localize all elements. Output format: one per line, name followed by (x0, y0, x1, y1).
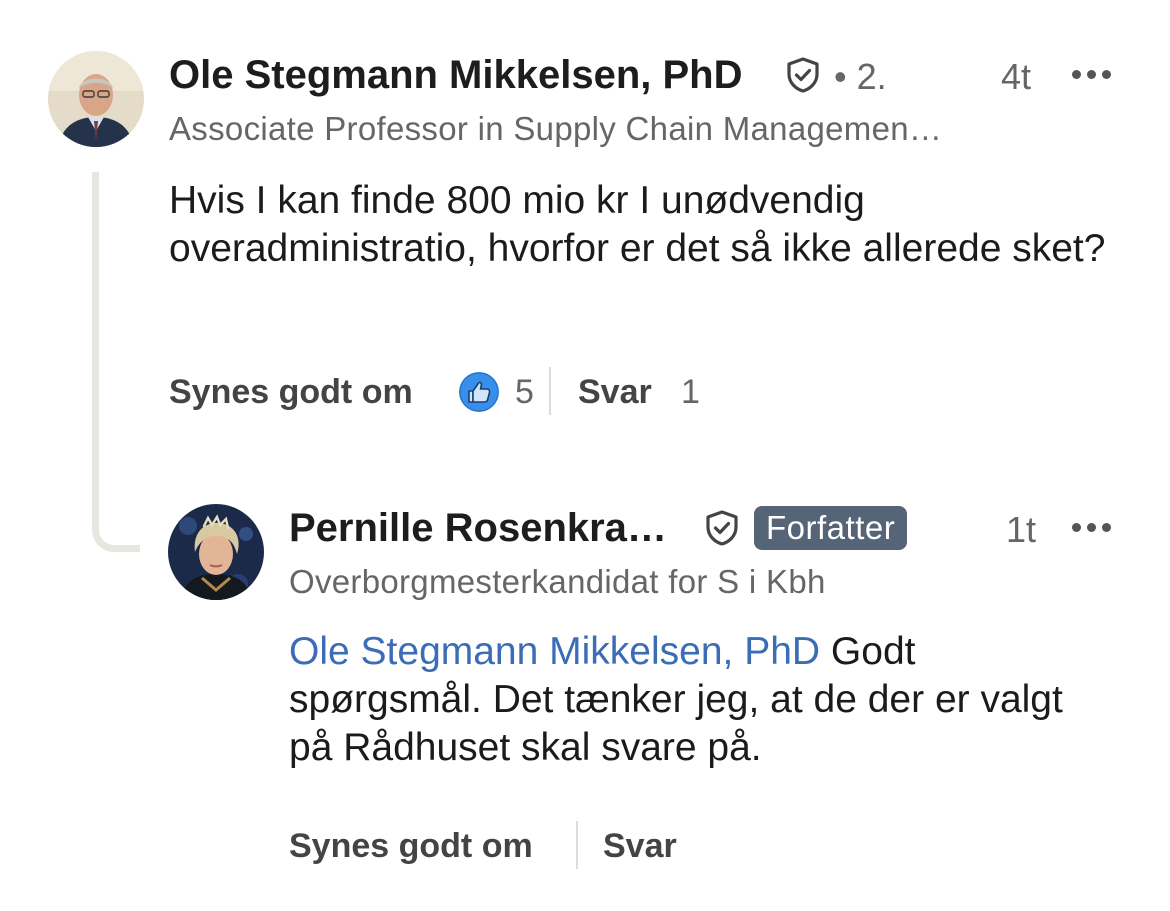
author-badge: Forfatter (754, 506, 908, 550)
reply-button[interactable]: Svar (603, 827, 677, 866)
more-options-icon[interactable] (1070, 67, 1114, 81)
like-button[interactable]: Synes godt om (169, 373, 413, 412)
more-options-icon[interactable] (1070, 520, 1114, 534)
action-divider (576, 821, 578, 869)
author-headline: Associate Professor in Supply Chain Mana… (169, 110, 943, 147)
connection-degree: • 2. (834, 56, 887, 97)
author-headline: Overborgmesterkandidat for S i Kbh (289, 563, 826, 600)
action-divider (549, 367, 551, 415)
verified-shield-icon (706, 510, 738, 546)
mention-link[interactable]: Ole Stegmann Mikkelsen, PhD (289, 630, 820, 673)
avatar[interactable] (168, 504, 264, 600)
verified-shield-icon (787, 57, 819, 93)
reply-author-name[interactable]: Pernille Rosenkra… (289, 506, 667, 551)
reply-timestamp: 1t (1006, 509, 1037, 550)
thread-connector-line (92, 172, 140, 552)
like-button[interactable]: Synes godt om (289, 827, 533, 866)
comment-author-name[interactable]: Ole Stegmann Mikkelsen, PhD (169, 53, 743, 98)
reply-count[interactable]: 1 (681, 373, 700, 412)
comment-timestamp: 4t (1001, 56, 1032, 97)
reply-button[interactable]: Svar (578, 373, 652, 412)
avatar[interactable] (48, 51, 144, 147)
reply-body: Ole Stegmann Mikkelsen, PhD Godt spørgsm… (289, 628, 1089, 772)
reaction-count[interactable]: 5 (515, 373, 534, 412)
comment-body: Hvis I kan finde 800 mio kr I unødvendig… (169, 179, 1106, 270)
like-thumb-icon (459, 372, 499, 412)
